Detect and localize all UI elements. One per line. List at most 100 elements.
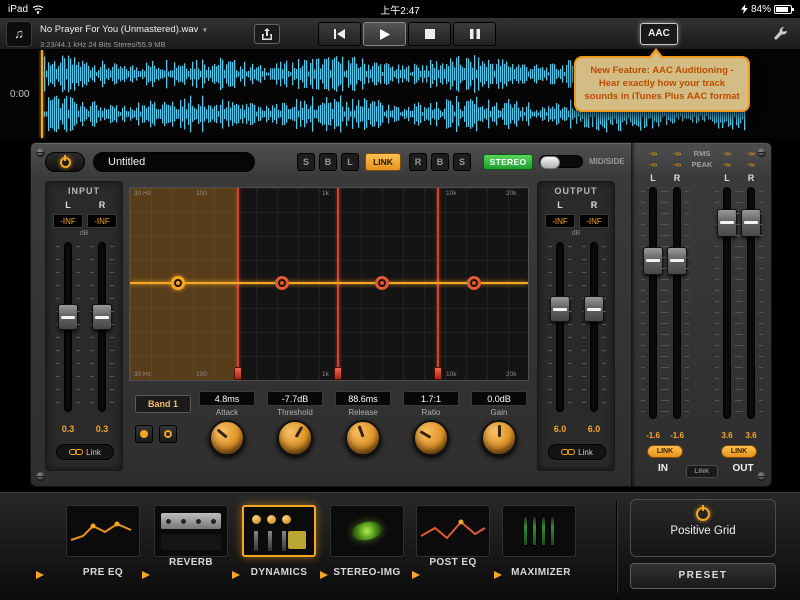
out-label: OUT <box>732 463 753 474</box>
fader-handle[interactable] <box>667 247 687 275</box>
posteq-thumbnail <box>417 506 489 556</box>
flow-arrow-icon <box>494 571 502 579</box>
output-panel: OUTPUT L R -INF -INF dB 6.0 6.0 Link <box>537 181 615 471</box>
threshold-label: Threshold <box>263 408 327 417</box>
io-meter-panel: -∞ -∞ RMS -∞ -∞ -∞ -∞ PEAK -∞ -∞ L R L R <box>631 143 773 488</box>
attack-value: 4.8ms <box>199 391 255 406</box>
share-button[interactable] <box>254 24 280 44</box>
ratio-knob[interactable] <box>413 420 449 456</box>
crossover-handle-1[interactable] <box>234 367 242 380</box>
multiband-eq-graph[interactable]: 30 Hz 100 1k 10k 20k 30 Hz 100 1k 10k 20… <box>129 187 529 381</box>
battery-percent: 84% <box>751 4 771 15</box>
fader-handle[interactable] <box>717 209 737 237</box>
skip-back-icon <box>333 29 347 39</box>
fader-handle[interactable] <box>550 296 570 322</box>
track-meta: 3:23/44.1 kHz 24 Bits Stereo/55.9 MB <box>40 40 248 49</box>
play-button[interactable] <box>363 22 406 46</box>
pause-button[interactable] <box>453 22 496 46</box>
fader-handle[interactable] <box>643 247 663 275</box>
out-link-button[interactable]: LINK <box>721 445 757 458</box>
module-stereo-imager[interactable] <box>330 505 404 557</box>
stop-button[interactable] <box>408 22 451 46</box>
input-link-button[interactable]: Link <box>56 444 114 460</box>
chain-label-reverb: REVERB <box>169 557 213 568</box>
module-post-eq[interactable] <box>416 505 490 557</box>
fader-track <box>590 242 598 412</box>
channel-key-bypass-left[interactable]: B <box>319 153 337 171</box>
maximizer-thumbnail <box>523 516 555 546</box>
release-value: 88.6ms <box>335 391 391 406</box>
master-power-button[interactable] <box>45 152 85 172</box>
io-link-button[interactable]: LINK <box>686 465 718 478</box>
threshold-value: -7.7dB <box>267 391 323 406</box>
track-selector[interactable]: No Prayer For You (Unmastered).wav ▾ 3:2… <box>40 21 248 49</box>
fader-handle[interactable] <box>92 304 112 330</box>
band1-node[interactable] <box>171 276 185 290</box>
preset-button[interactable]: PRESET <box>630 563 776 589</box>
crossover-line-3 <box>437 188 439 380</box>
fader-handle[interactable] <box>58 304 78 330</box>
chain-label-stereo-img: STEREO-IMG <box>333 567 400 578</box>
master-in-fader-right <box>665 187 689 425</box>
module-maximizer[interactable] <box>502 505 576 557</box>
module-reverb[interactable] <box>154 505 228 557</box>
toggle-knob[interactable] <box>540 156 560 169</box>
band4-node[interactable] <box>467 276 481 290</box>
band-solo-button[interactable] <box>135 425 153 443</box>
release-knob[interactable] <box>345 420 381 456</box>
in-gain-right: -1.6 <box>670 431 684 440</box>
battery-icon <box>774 5 792 14</box>
chain-label-pre-eq: PRE EQ <box>83 567 123 578</box>
stereo-mode-badge[interactable]: STEREO <box>483 154 533 170</box>
output-meter-right: -INF <box>579 214 609 228</box>
attack-knob[interactable] <box>209 420 245 456</box>
midside-label: MID/SIDE <box>589 157 625 166</box>
preset-name-field[interactable]: Untitled <box>93 152 255 172</box>
link-label: Link <box>578 448 593 457</box>
fader-handle[interactable] <box>584 296 604 322</box>
in-link-button[interactable]: LINK <box>647 445 683 458</box>
channel-key-solo-right[interactable]: S <box>453 153 471 171</box>
track-title: No Prayer For You (Unmastered).wav <box>40 24 198 35</box>
attack-control: 4.8ms Attack <box>195 391 259 456</box>
peak-in-left: -∞ <box>649 160 657 169</box>
gain-knob[interactable] <box>481 420 517 456</box>
db-unit-label: dB <box>46 230 122 237</box>
channel-link-button[interactable]: LINK <box>365 153 401 171</box>
playhead-cursor[interactable] <box>41 50 43 138</box>
channel-key-solo-left[interactable]: S <box>297 153 315 171</box>
divider <box>616 501 617 593</box>
master-out-fader-right <box>739 187 763 425</box>
gain-control: 0.0dB Gain <box>467 391 531 456</box>
module-dynamics-selected[interactable] <box>242 505 316 557</box>
power-icon <box>60 157 71 168</box>
out-gain-right: 3.6 <box>745 431 756 440</box>
song-library-button[interactable]: ♫ <box>6 21 32 47</box>
channel-key-bypass-right[interactable]: B <box>431 153 449 171</box>
out-right-label: R <box>748 173 755 183</box>
skip-to-start-button[interactable] <box>318 22 361 46</box>
band3-node[interactable] <box>375 276 389 290</box>
settings-button[interactable] <box>768 23 792 45</box>
output-link-button[interactable]: Link <box>548 444 606 460</box>
transport-controls <box>318 22 496 46</box>
band2-node[interactable] <box>275 276 289 290</box>
crossover-line-1 <box>237 188 239 380</box>
channel-key-left[interactable]: L <box>341 153 359 171</box>
module-pre-eq[interactable] <box>66 505 140 557</box>
release-label: Release <box>331 408 395 417</box>
screw <box>36 472 45 481</box>
knob-needle <box>498 425 501 437</box>
stereo-midside-toggle[interactable] <box>539 155 583 168</box>
channel-key-right[interactable]: R <box>409 153 427 171</box>
fader-handle[interactable] <box>741 209 761 237</box>
aac-audition-button[interactable]: AAC <box>640 23 678 45</box>
crossover-handle-2[interactable] <box>334 367 342 380</box>
ratio-value: 1.7:1 <box>403 391 459 406</box>
ratio-label: Ratio <box>399 408 463 417</box>
threshold-knob[interactable] <box>277 420 313 456</box>
band-selector-button[interactable]: Band 1 <box>135 395 191 413</box>
band-bypass-button[interactable] <box>159 425 177 443</box>
crossover-handle-3[interactable] <box>434 367 442 380</box>
flow-arrow-icon <box>320 571 328 579</box>
